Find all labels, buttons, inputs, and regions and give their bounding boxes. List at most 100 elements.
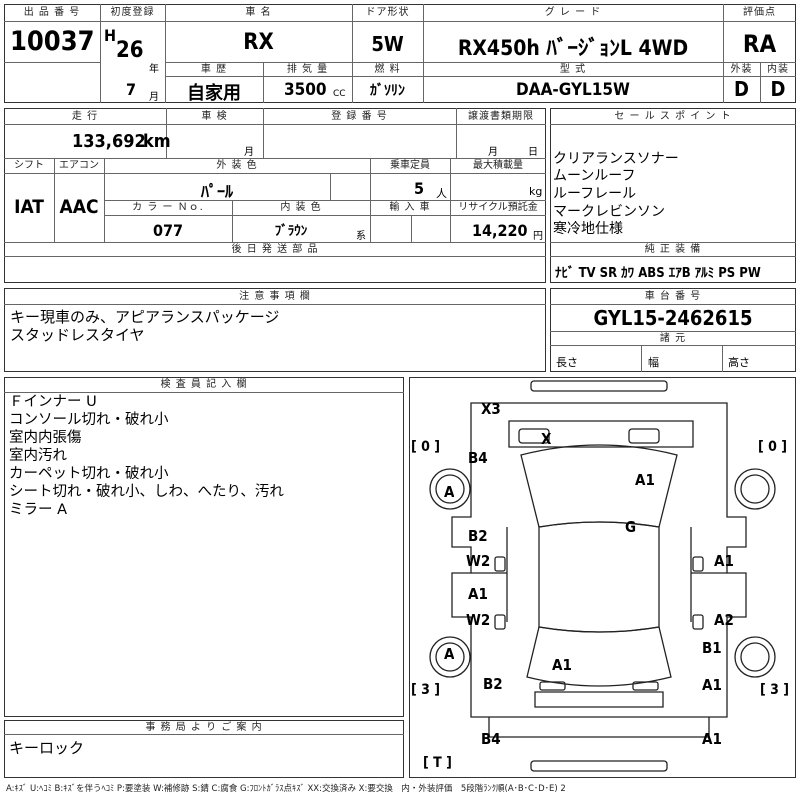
era: H [104,26,117,45]
office-note-1: キーロック [9,739,85,757]
mark-x: X [541,430,552,448]
header-capacity: 乗車定員 [390,160,430,171]
color-no-value: 077 [152,221,184,240]
yen-unit: 円 [533,231,543,242]
header-ac: エアコン [59,160,99,171]
interior-score: D [770,77,786,101]
inspector-note-5: カーペット切れ・破れ小 [9,466,169,482]
mark-a2-right-rear: A2 [714,611,734,629]
header-displacement: 排 気 量 [286,64,329,75]
header-recycle: リサイクル預託金 [458,202,538,213]
displacement-value: 3500 [284,80,327,100]
mark-b4-front: B4 [468,449,488,467]
mark-b2-rear: B2 [483,675,503,693]
recycle-value: 14,220 [472,221,528,240]
header-color-no: カ ラ ー Ｎｏ. [132,202,204,213]
header-sales-points: セ ー ル ス ポ イ ン ト [614,111,732,122]
height-label: 高さ [728,356,750,369]
sales-point-1: クリアランスソナー [553,151,679,167]
inspection-month: 月 [244,147,254,158]
shift-value: IAT [14,196,44,218]
inspector-note-2: コンソール切れ・破れ小 [9,412,169,428]
inspector-note-3: 室内内張傷 [9,430,82,446]
spare-tire: [ T ] [423,755,452,771]
exterior-score: D [734,77,749,101]
tire-rear-right: [ 3 ] [760,682,790,698]
mark-a1-rear-right: A1 [702,676,722,694]
color-value: ﾊﾟｰﾙ [200,182,233,201]
mark-a-front-wheel: A [444,483,455,501]
tire-front-right: [ 0 ] [758,439,788,455]
capacity-value: 5 [414,179,425,198]
sales-point-5: 寒冷地仕様 [553,221,623,237]
header-first-reg: 初度登録 [110,7,155,18]
header-equipment: 純 正 装 備 [644,244,702,255]
mark-a1-right-front: A1 [714,552,734,570]
header-inspection: 車 検 [201,111,228,122]
mark-a-rear-wheel: A [444,645,455,663]
note-line-1: キー現車のみ、アピアランスパッケージ [10,308,280,326]
header-score: 評価点 [743,7,776,18]
sales-point-3: ルーフレール [553,186,637,202]
mark-b4-rear: B4 [481,730,501,748]
header-import: 輸 入 車 [389,202,431,213]
tire-rear-left: [ 3 ] [411,682,441,698]
tire-front-left: [ 0 ] [411,439,441,455]
model-name: RX [243,30,274,55]
door-type: 5W [371,32,404,56]
kei-unit: 系 [356,231,366,242]
header-notes: 注 意 事 項 欄 [239,291,311,302]
mark-g: G [625,518,637,536]
header-type: 型 式 [559,64,587,75]
header-transfer-due: 譲渡書類期限 [468,111,534,122]
header-model: 車 名 [245,7,272,18]
header-interior: 内装 [767,64,789,75]
header-dimensions: 諸 元 [659,333,687,344]
fuel-value: ｶﾞｿﾘﾝ [370,83,405,99]
header-int-color: 内 装 色 [280,202,322,213]
sales-point-4: マークレビンソン [553,204,665,220]
inspector-note-6: シート切れ・破れ小、しわ、へたり、汚れ [9,484,284,500]
mark-w2-left-front: W2 [466,552,491,570]
car-diagram [429,380,776,772]
header-doors: ドア形状 [365,7,410,18]
header-exterior: 外装 [730,64,753,75]
type-value: DAA-GYL15W [516,80,630,100]
mark-a1-hood: A1 [635,471,655,489]
int-color-value: ﾌﾞﾗｳﾝ [274,224,308,239]
header-history: 車 歴 [200,64,228,75]
header-fuel: 燃 料 [374,64,401,75]
note-line-2: スタッドレスタイヤ [10,326,145,344]
cc-unit: CC [333,89,346,99]
header-inspector: 検 査 員 記 入 欄 [160,379,248,390]
first-reg-year: 26 [116,38,144,63]
equipment-list: ﾅﾋﾞ TV SR ｶﾜ ABS ｴｱB ｱﾙﾐ PS PW [555,266,761,281]
mark-a1-left-rear: A1 [468,585,488,603]
first-reg-month: 7 [126,80,137,99]
header-reg-no: 登 録 番 号 [331,111,388,122]
transfer-month: 月 [488,147,498,158]
month-unit: 月 [149,92,159,103]
header-later-parts: 後 日 発 送 部 品 [231,244,319,255]
inspector-note-7: ミラー A [9,502,68,518]
inspector-note-1: Ｆインナー U [9,394,97,410]
mark-x3: X3 [481,400,501,418]
mileage-value: 133,692 [72,131,146,152]
mark-b2-left-door: B2 [468,527,488,545]
km-unit: km [143,131,171,152]
kg-unit: kg [529,185,543,198]
year-unit: 年 [149,64,159,75]
length-label: 長さ [556,356,578,369]
lot-number: 10037 [10,26,95,57]
header-mileage: 走 行 [71,111,99,122]
header-shift: シフト [14,160,44,171]
legend: A:ｷｽﾞ U:ﾍｺﾐ B:ｷｽﾞを伴うﾍｺﾐ P:要塗装 W:補修跡 S:錆 … [6,784,566,794]
transfer-day: 日 [528,147,538,158]
sales-point-2: ムーンルーフ [553,168,636,184]
score-value: RA [742,30,777,58]
header-max-load: 最大積載量 [473,160,523,171]
grade-value: RX450h ﾊﾞｰｼﾞｮﾝL 4WD [457,36,689,60]
header-chassis: 車 台 番 号 [644,291,702,302]
header-office: 事 務 局 よ り ご 案 内 [145,722,263,733]
header-lot-no: 出 品 番 号 [23,7,81,18]
